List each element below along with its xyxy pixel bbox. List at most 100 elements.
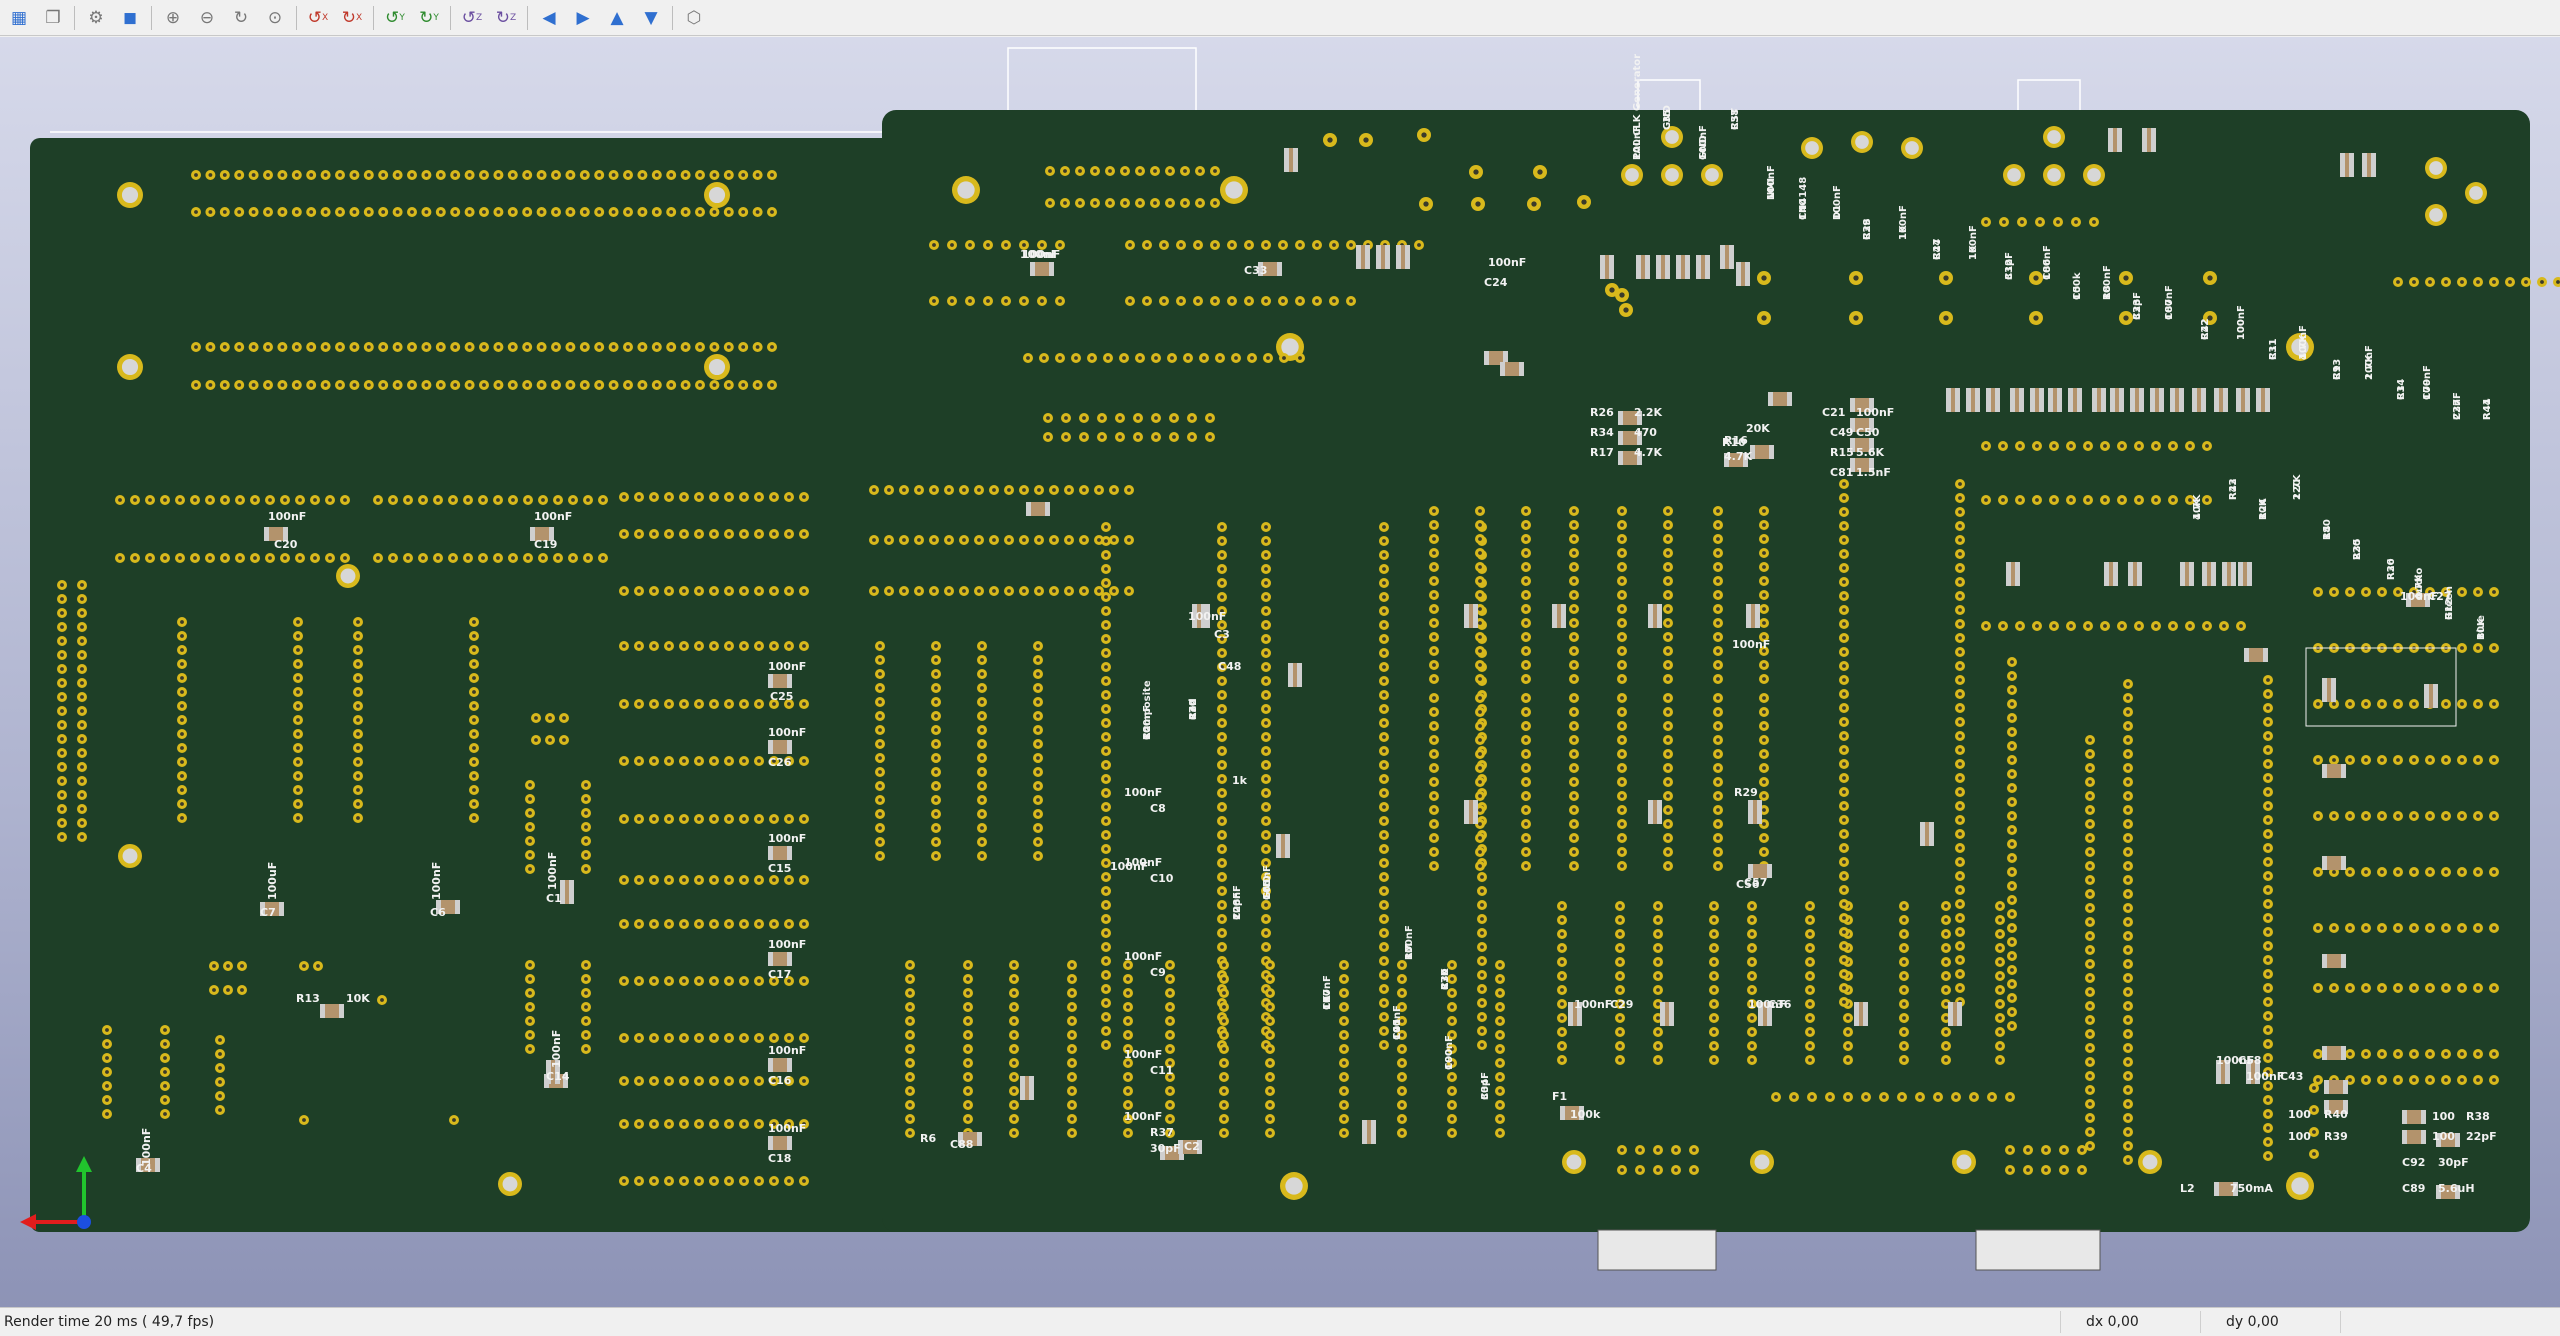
- capacitor-end: [2130, 388, 2135, 412]
- pad-hole: [1958, 566, 1962, 570]
- pcbnew-button[interactable]: ▦: [4, 3, 34, 33]
- pad-hole: [1944, 960, 1948, 964]
- pad-hole: [1382, 763, 1386, 767]
- pad-hole: [1842, 664, 1846, 668]
- pad-hole: [2412, 870, 2416, 874]
- pad-hole: [1220, 847, 1224, 851]
- capacitor-end: [1863, 1002, 1868, 1026]
- pad-hole: [2126, 794, 2130, 798]
- pad-hole: [1432, 509, 1436, 513]
- pad-hole: [986, 243, 990, 247]
- rotate-z-ccw-button[interactable]: ↻ Z: [491, 3, 521, 33]
- pad-hole: [2088, 822, 2092, 826]
- pad-hole: [2126, 1088, 2130, 1092]
- pad-hole: [356, 662, 360, 666]
- rotate-y-cw-button[interactable]: ↺ Y: [380, 3, 410, 33]
- rotate-y-ccw-button[interactable]: ↻ Y: [414, 3, 444, 33]
- pad-hole: [980, 686, 984, 690]
- capacitor-end: [1955, 388, 1960, 412]
- pad-hole: [1268, 1117, 1272, 1121]
- pad-hole: [80, 709, 84, 713]
- zoom-out-button[interactable]: ⊖: [192, 3, 222, 33]
- rotate-x-ccw-button[interactable]: ↻ X: [337, 3, 367, 33]
- pad-hole: [1716, 752, 1720, 756]
- zoom-in-button[interactable]: ⊕: [158, 3, 188, 33]
- raytracing-button[interactable]: ◼: [115, 3, 145, 33]
- capacitor-end: [1685, 255, 1690, 279]
- pad-hole: [1761, 275, 1767, 281]
- move-up-button[interactable]: ▲: [602, 3, 632, 33]
- capacitor-end: [1755, 604, 1760, 628]
- pad-hole: [2380, 926, 2384, 930]
- zoom-fit-button[interactable]: ⊙: [260, 3, 290, 33]
- pad-hole: [528, 963, 532, 967]
- pad-hole: [1040, 299, 1044, 303]
- mount-hole-inner: [1905, 141, 1919, 155]
- pad-hole: [1958, 804, 1962, 808]
- pad-hole: [1524, 649, 1528, 653]
- move-right-button[interactable]: ▶: [568, 3, 598, 33]
- pad-hole: [932, 538, 936, 542]
- pad-hole: [1168, 963, 1172, 967]
- pad-hole: [352, 173, 357, 177]
- move-down-button[interactable]: ▼: [636, 3, 666, 33]
- pad-hole: [472, 774, 476, 778]
- pad-hole: [727, 1122, 731, 1126]
- pad-hole: [1842, 650, 1846, 654]
- pad-hole: [640, 383, 645, 387]
- copy-image-button[interactable]: ❐: [38, 3, 68, 33]
- pad-hole: [772, 878, 776, 882]
- pad-hole: [496, 345, 501, 349]
- pad-hole: [667, 495, 671, 499]
- move-left-button[interactable]: ◀: [534, 3, 564, 33]
- capacitor-end: [2119, 388, 2124, 412]
- pad-hole: [80, 667, 84, 671]
- pad-hole: [1264, 299, 1268, 303]
- rotate-z-cw-button[interactable]: ↺ Z: [457, 3, 487, 33]
- pad-hole: [309, 383, 314, 387]
- pad-hole: [467, 383, 472, 387]
- capacitor-end: [1648, 800, 1653, 824]
- pad-hole: [1153, 201, 1157, 205]
- pad-hole: [908, 1131, 912, 1135]
- pad-hole: [1126, 1005, 1130, 1009]
- pad-hole: [2492, 814, 2496, 818]
- pad-hole: [133, 498, 137, 502]
- pad-hole: [1382, 623, 1386, 627]
- silkscreen-label: 1N4148: [1798, 177, 1809, 220]
- pad-hole: [554, 173, 558, 177]
- mount-hole-inner: [1665, 168, 1679, 182]
- pad-hole: [1958, 580, 1962, 584]
- pad-hole: [395, 173, 400, 177]
- pcb-3d-scene[interactable]: 100nFC20100nFC19100nFC25100nFC26100nFC15…: [0, 37, 2560, 1307]
- silkscreen-label: R20: [2386, 558, 2397, 580]
- pad-hole: [1620, 738, 1624, 742]
- pad-hole: [2044, 1168, 2048, 1172]
- pad-hole: [1716, 621, 1720, 625]
- pad-hole: [60, 653, 64, 657]
- pad-hole: [1666, 509, 1670, 513]
- rotate-x-cw-button[interactable]: ↺ X: [303, 3, 333, 33]
- pad-hole: [934, 812, 938, 816]
- preferences-button[interactable]: ⚙: [81, 3, 111, 33]
- pad-hole: [80, 681, 84, 685]
- 3d-viewport[interactable]: 100nF C20 100nF C19 100nF C25 100nF C26 100nF C15…: [0, 37, 2560, 1307]
- ortho-view-button[interactable]: ⬡: [679, 3, 709, 33]
- pad-hole: [1012, 977, 1016, 981]
- pad-hole: [472, 690, 476, 694]
- pad-hole: [1104, 1015, 1108, 1019]
- pad-hole: [1112, 589, 1116, 593]
- silkscreen-label: 2.7K: [2292, 473, 2303, 500]
- capacitor-end: [2039, 388, 2044, 412]
- redraw-button[interactable]: ↻: [226, 3, 256, 33]
- pad-hole: [328, 556, 332, 560]
- pad-hole: [1070, 1131, 1074, 1135]
- pad-hole: [2444, 926, 2448, 930]
- pad-hole: [302, 1118, 306, 1122]
- pad-hole: [2126, 808, 2130, 812]
- pad-hole: [1382, 861, 1386, 865]
- pad-hole: [238, 498, 242, 502]
- pad-hole: [1220, 917, 1224, 921]
- pad-hole: [878, 714, 882, 718]
- capacitor-end: [1560, 1106, 1565, 1120]
